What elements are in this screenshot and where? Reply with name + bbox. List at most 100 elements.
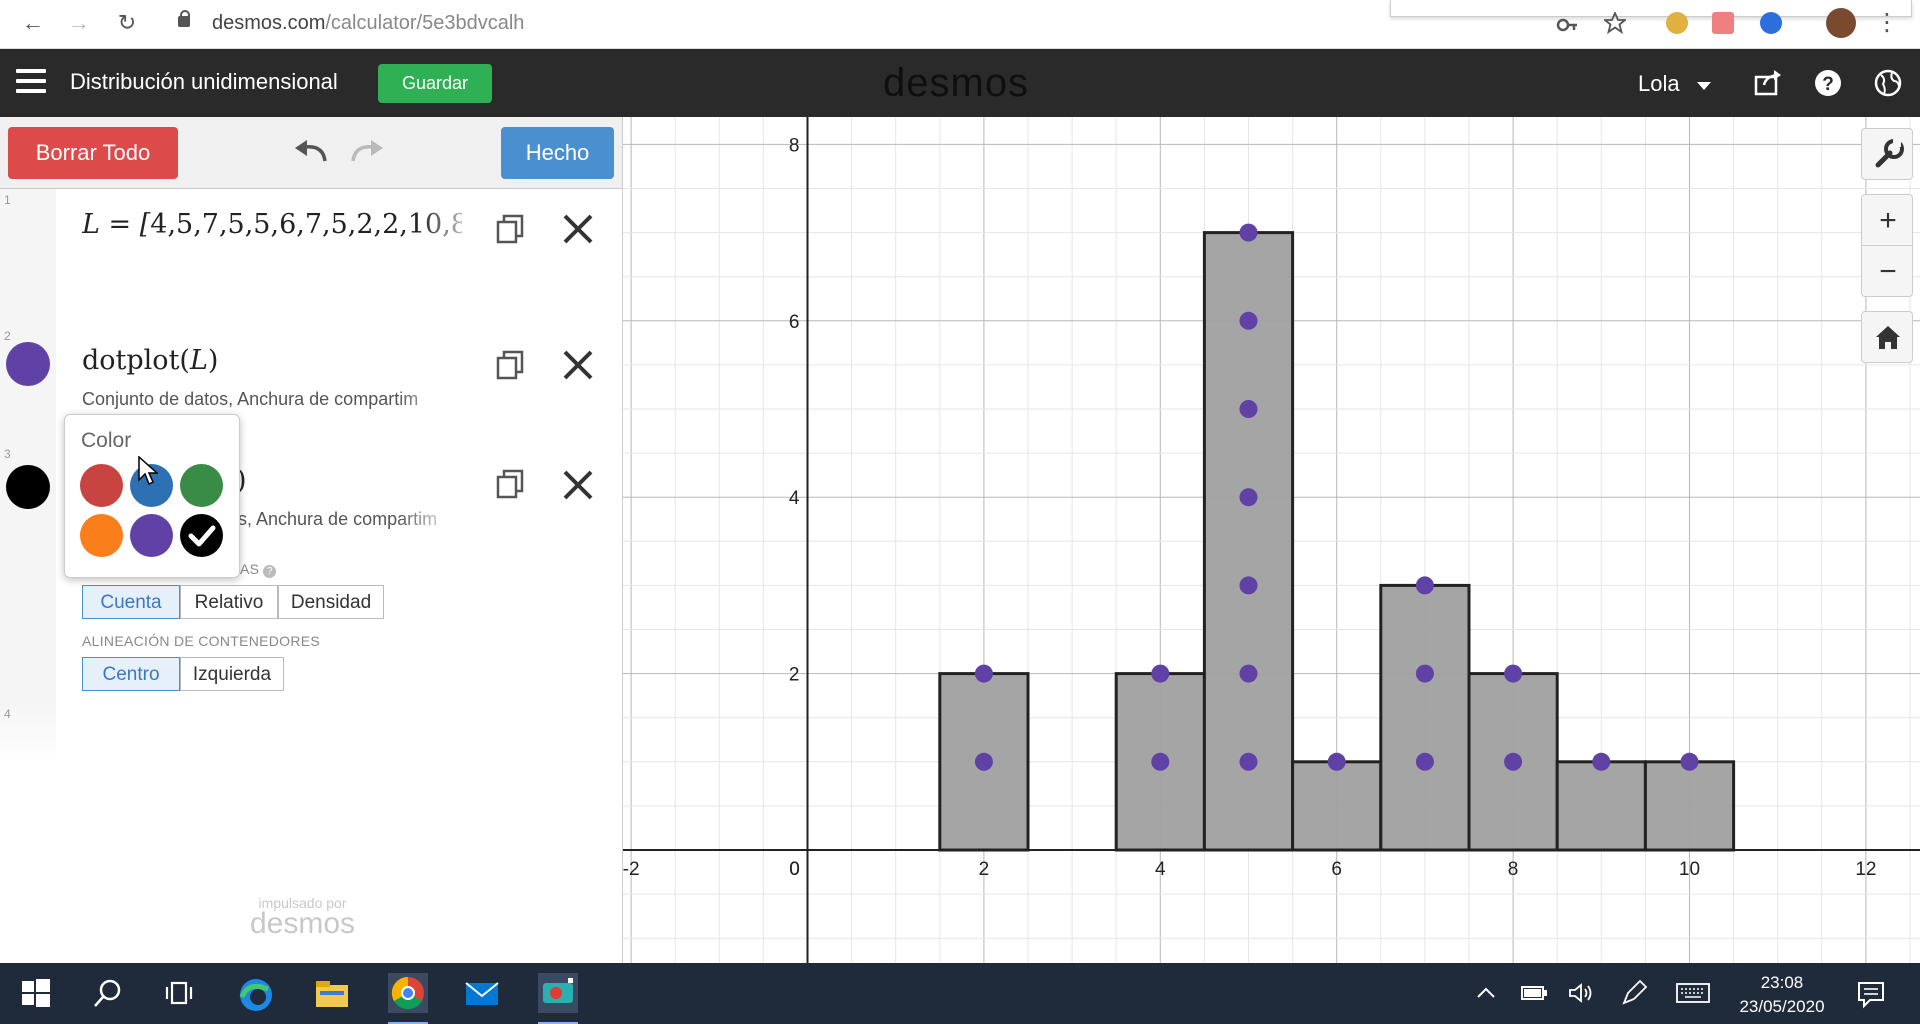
reload-icon[interactable]: ↻: [112, 8, 142, 38]
key-icon[interactable]: [1556, 14, 1578, 36]
chevron-up-icon[interactable]: [1474, 981, 1498, 1005]
graph-svg[interactable]: -2 0 2 4 6 8 10 1202468: [623, 117, 1920, 963]
bar-heights-label: AS ?: [240, 561, 277, 578]
graph-canvas[interactable]: -2 0 2 4 6 8 10 12 0 2 4 6 8 + −: [623, 117, 1920, 963]
overflow-fade: [398, 385, 458, 419]
volume-icon[interactable]: [1568, 981, 1596, 1005]
x-tick-label: 12: [1855, 859, 1876, 880]
x-tick-label: 2: [979, 859, 990, 880]
system-clock[interactable]: 23:08 23/05/2020: [1722, 971, 1842, 1019]
powered-by-logo: desmos: [250, 907, 356, 940]
histogram-bar: [1643, 760, 1736, 852]
chevron-down-icon[interactable]: [1697, 82, 1711, 90]
browser-toolbar: ← → ↻ desmos.com/calculator/5e3bdvcalh ⋮: [0, 0, 1920, 49]
expression-dotplot[interactable]: dotplot(L): [82, 345, 218, 376]
zoom-in-icon[interactable]: +: [1861, 194, 1913, 246]
mail-icon[interactable]: [464, 977, 499, 1009]
extension-icon[interactable]: [1666, 12, 1688, 34]
clock-time: 23:08: [1760, 973, 1804, 992]
save-button[interactable]: Guardar: [378, 64, 492, 103]
y-tick-label: 8: [789, 135, 800, 156]
dotplot-point: [974, 752, 993, 771]
dotplot-point: [1239, 752, 1258, 771]
color-option-red[interactable]: [80, 464, 123, 507]
expression-row-4[interactable]: 4: [0, 703, 622, 763]
chrome-icon[interactable]: [388, 973, 428, 1013]
pen-icon[interactable]: [1620, 979, 1648, 1007]
avatar[interactable]: [1826, 8, 1856, 38]
histogram-bar: [1555, 760, 1647, 852]
back-icon[interactable]: ←: [18, 8, 48, 38]
dotplot-point: [1592, 752, 1611, 771]
duplicate-icon[interactable]: [496, 469, 524, 499]
height-option-count[interactable]: Cuenta: [82, 585, 180, 619]
function-name: dotplot: [82, 345, 180, 376]
expression-row-1[interactable]: 1 L = [4,5,7,5,5,6,7,5,2,2,10,8,9: [0, 189, 622, 326]
keyboard-icon[interactable]: [1676, 981, 1710, 1005]
color-swatch[interactable]: [6, 342, 50, 386]
zoom-out-icon[interactable]: −: [1861, 245, 1913, 297]
more-icon[interactable]: ⋮: [1872, 8, 1902, 38]
home-icon[interactable]: [1861, 311, 1913, 363]
menu-icon[interactable]: [16, 69, 46, 95]
lock-icon: [178, 10, 190, 27]
close-icon[interactable]: [562, 469, 594, 501]
duplicate-icon[interactable]: [496, 214, 524, 244]
close-icon[interactable]: [562, 349, 594, 381]
extension-icon[interactable]: [1712, 12, 1734, 34]
close-icon[interactable]: [562, 213, 594, 245]
task-view-icon[interactable]: [164, 977, 196, 1009]
forward-icon[interactable]: →: [64, 8, 94, 38]
expression-list-definition[interactable]: L = [4,5,7,5,5,6,7,5,2,2,10,8,9: [82, 209, 462, 240]
windows-start-icon[interactable]: [20, 977, 52, 1009]
screen-recorder-icon[interactable]: [538, 973, 578, 1013]
help-icon[interactable]: ?: [1814, 69, 1842, 97]
expression-toolbar: Borrar Todo Hecho: [0, 117, 622, 189]
notifications-icon[interactable]: [1856, 979, 1886, 1009]
search-icon[interactable]: [92, 977, 124, 1009]
color-option-black[interactable]: [180, 514, 223, 557]
battery-icon[interactable]: [1520, 981, 1548, 1005]
align-option-center[interactable]: Centro: [82, 657, 180, 691]
bar-heights-label-text: AS: [240, 561, 260, 577]
file-explorer-icon[interactable]: [314, 977, 348, 1009]
height-option-density[interactable]: Densidad: [278, 585, 384, 619]
svg-text:?: ?: [1822, 74, 1834, 95]
y-tick-label: 2: [789, 665, 800, 686]
color-option-purple[interactable]: [130, 514, 173, 557]
globe-icon[interactable]: [1874, 69, 1902, 97]
dotplot-point: [1239, 311, 1258, 330]
align-option-left[interactable]: Izquierda: [180, 657, 284, 691]
settings-wrench-icon[interactable]: [1861, 128, 1913, 180]
done-button[interactable]: Hecho: [501, 127, 614, 179]
height-option-relative[interactable]: Relativo: [180, 585, 278, 619]
url-host: desmos.com: [212, 12, 326, 34]
dotplot-point: [1239, 664, 1258, 683]
star-icon[interactable]: [1602, 10, 1628, 35]
url-path: /calculator/5e3bdvcalh: [325, 12, 525, 34]
color-option-green[interactable]: [180, 464, 223, 507]
extension-icon[interactable]: [1760, 12, 1782, 34]
color-picker-title: Color: [81, 429, 132, 452]
redo-icon[interactable]: [349, 139, 385, 170]
share-icon[interactable]: [1754, 69, 1782, 97]
address-bar[interactable]: desmos.com/calculator/5e3bdvcalh: [212, 9, 524, 37]
expression-number-label: 3: [4, 447, 11, 461]
color-swatch[interactable]: [6, 465, 50, 509]
clock-date: 23/05/2020: [1739, 997, 1825, 1016]
duplicate-icon[interactable]: [496, 350, 524, 380]
clear-all-button[interactable]: Borrar Todo: [8, 127, 178, 179]
help-icon[interactable]: ?: [263, 565, 277, 578]
undo-icon[interactable]: [293, 139, 329, 170]
list-variable: L = [: [82, 209, 151, 240]
expression-number-label: 1: [4, 193, 11, 207]
edge-browser-icon[interactable]: [238, 977, 272, 1011]
graph-title[interactable]: Distribución unidimensional: [70, 69, 338, 95]
dotplot-point: [1415, 752, 1434, 771]
color-option-orange[interactable]: [80, 514, 123, 557]
dotplot-point: [1239, 223, 1258, 242]
dotplot-point: [1239, 576, 1258, 595]
dotplot-point: [1327, 752, 1346, 771]
user-menu[interactable]: Lola: [1638, 71, 1680, 97]
powered-by-desmos[interactable]: impulsado por desmos: [250, 895, 355, 941]
